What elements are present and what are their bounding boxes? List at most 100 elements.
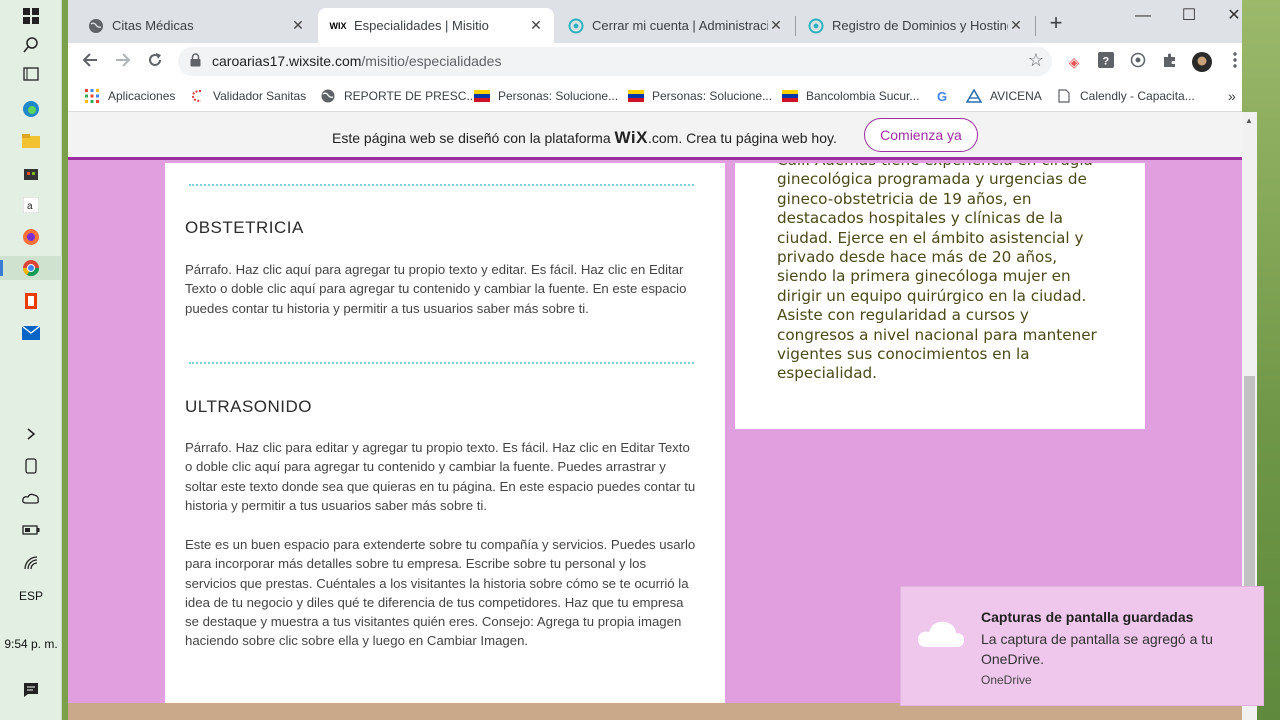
bookmark-label: Personas: Solucione... [652,89,773,103]
browser-toolbar: caroarias17.wixsite.com/misitio/especial… [68,43,1242,80]
action-center-icon[interactable] [19,678,43,702]
mail-icon[interactable] [19,321,43,345]
url-path: /misitio/especialidades [361,53,502,69]
onedrive-cloud-icon [917,617,965,649]
tab-title: Especialidades | Misitio [354,18,489,33]
maximize-button[interactable]: ☐ [1166,4,1212,28]
address-bar[interactable]: caroarias17.wixsite.com/misitio/especial… [178,47,1052,76]
tab-title: Registro de Dominios y Hosting [832,18,1008,33]
bookmark-reporte-presc[interactable]: REPORTE DE PRESC... [320,86,476,106]
sanitas-icon [189,88,205,104]
chrome-icon[interactable] [0,256,62,280]
bancolombia-icon [782,88,798,104]
svg-text:?: ? [1103,56,1110,68]
bookmarks-bar: Aplicaciones Validador Sanitas REPORTE D… [68,80,1242,112]
phone-link-icon[interactable] [19,454,43,478]
bookmark-personas-1[interactable]: Personas: Solucione... [474,86,618,106]
notification-body: La captura de pantalla se agregó a tu On… [981,631,1213,667]
clock[interactable]: 9:54 p. m. [0,637,62,651]
office-icon[interactable] [19,289,43,313]
windows-start-icon[interactable] [19,4,43,28]
task-view-icon[interactable] [19,62,43,86]
lock-icon[interactable] [190,53,201,70]
notification-source: OneDrive [981,673,1032,687]
section-paragraph: Párrafo. Haz clic para editar y agregar … [185,440,696,513]
language-indicator[interactable]: ESP [0,589,62,603]
tab-citas-medicas[interactable]: Citas Médicas ✕ [76,8,316,43]
section-divider [189,184,694,186]
help-icon[interactable]: ? [1096,52,1116,72]
close-tab-icon[interactable]: ✕ [528,17,544,34]
notification-title: Capturas de pantalla guardadas [981,609,1194,625]
section-title-ultrasonido: ULTRASONIDO [185,397,313,416]
close-window-button[interactable]: ✕ [1211,4,1257,28]
tab-registro-dominios[interactable]: Registro de Dominios y Hosting ✕ [796,8,1034,43]
onedrive-tray-icon[interactable] [19,486,43,510]
reload-icon[interactable] [142,49,168,75]
section-paragraph: Este es un buen espacio para extenderte … [185,537,696,649]
more-bookmarks-icon[interactable]: » [1228,86,1236,106]
search-icon[interactable] [19,33,43,57]
google-icon: G [936,88,948,104]
file-explorer-icon[interactable] [19,129,43,153]
bookmark-validador-sanitas[interactable]: Validador Sanitas [189,86,306,106]
url-text: caroarias17.wixsite.com/misitio/especial… [212,53,501,69]
bookmark-label: Calendly - Capacita... [1080,89,1195,103]
windows-taskbar: a ESP 9:54 p. m. [0,0,62,720]
firefox-icon[interactable] [19,225,43,249]
profile-avatar[interactable] [1192,52,1212,72]
section-divider [189,362,694,364]
close-tab-icon[interactable]: ✕ [290,17,306,34]
onedrive-notification[interactable]: Capturas de pantalla guardadas La captur… [900,586,1264,706]
tab-title: Citas Médicas [112,18,194,33]
chevron-right-icon[interactable] [19,422,43,446]
bookmark-google[interactable]: G [934,86,958,106]
tab-title: Cerrar mi cuenta | Administración [592,18,768,33]
tab-cerrar-cuenta[interactable]: Cerrar mi cuenta | Administración ✕ [556,8,794,43]
globe-icon [320,88,336,104]
bookmark-aplicaciones[interactable]: Aplicaciones [84,86,175,106]
tab-strip: Citas Médicas ✕ WIX Especialidades | Mis… [68,0,1242,43]
wix-banner-prefix: Este página web se diseñó con la platafo… [332,130,611,146]
battery-icon[interactable] [19,518,43,542]
wix-logo: WiX [614,128,648,147]
close-tab-icon[interactable]: ✕ [768,17,784,34]
bookmark-bancolombia-sucursal[interactable]: Bancolombia Sucur... [782,86,919,106]
store-icon[interactable] [19,161,43,185]
extensions-puzzle-icon[interactable] [1160,52,1180,72]
comienza-ya-button[interactable]: Comienza ya [864,118,978,152]
bookmark-star-icon[interactable]: ☆ [1028,50,1044,71]
svg-text:a: a [27,201,33,212]
amazon-icon[interactable]: a [19,193,43,217]
bookmark-label: REPORTE DE PRESC... [344,89,477,103]
wix-promo-banner: Este página web se diseñó con la platafo… [68,112,1242,160]
wifi-icon[interactable] [19,551,43,575]
chrome-menu-icon[interactable] [1225,52,1245,72]
wix-banner-suffix: .com. Crea tu página web hoy. [647,130,837,146]
close-tab-icon[interactable]: ✕ [1008,17,1024,34]
bancolombia-icon [474,88,490,104]
bookmark-label: AVICENA [990,89,1042,103]
tab-especialidades[interactable]: WIX Especialidades | Misitio ✕ [318,8,554,43]
extension-red-icon[interactable]: ◈ [1064,52,1084,72]
bookmark-label: Personas: Solucione... [498,89,619,103]
forward-arrow-icon[interactable] [110,49,136,75]
bookmark-calendly[interactable]: Calendly - Capacita... [1056,86,1195,106]
section-paragraph: Párrafo. Haz clic aquí para agregar tu p… [185,262,687,316]
bookmark-label: Bancolombia Sucur... [806,89,920,103]
bookmark-label: Validador Sanitas [213,89,307,103]
bookmark-avicena[interactable]: AVICENA [966,86,1042,106]
edge-browser-icon[interactable] [19,97,43,121]
hosting-icon [568,18,584,34]
doctor-bio-text: Cali. Además tiene experiencia en cirugí… [777,163,1097,383]
hosting-icon [808,18,824,34]
extension-circle-icon[interactable] [1128,52,1148,72]
url-domain: caroarias17.wixsite.com [212,53,362,69]
bookmark-personas-2[interactable]: Personas: Solucione... [628,86,772,106]
scroll-up-arrow-icon[interactable]: ▲ [1245,116,1253,125]
new-tab-button[interactable]: + [1044,12,1068,36]
bookmark-label: Aplicaciones [108,89,176,103]
minimize-button[interactable]: — [1120,4,1166,28]
bancolombia-icon [628,88,644,104]
back-arrow-icon[interactable] [77,49,103,75]
